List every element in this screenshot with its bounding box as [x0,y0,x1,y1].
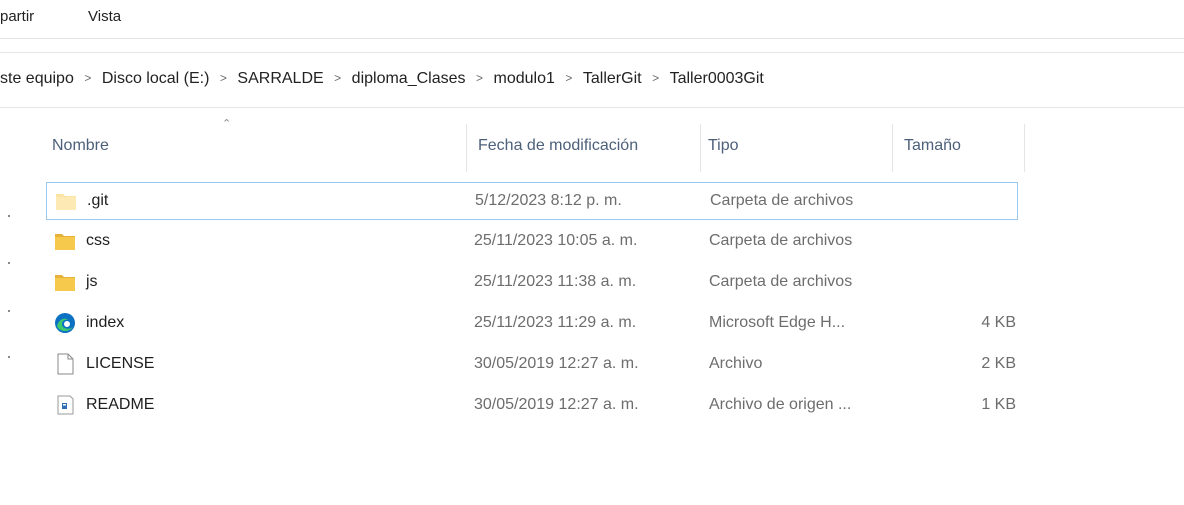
table-row[interactable]: css 25/11/2023 10:05 a. m. Carpeta de ar… [46,223,1018,261]
folder-icon [56,194,76,210]
table-row[interactable]: js 25/11/2023 11:38 a. m. Carpeta de arc… [46,264,1018,302]
nav-pane-marker [8,215,10,217]
chevron-right-icon[interactable]: > [466,71,494,85]
nav-pane-marker [8,262,10,264]
column-divider[interactable] [700,124,701,172]
nav-pane-marker [8,356,10,358]
tab-compartir[interactable]: partir [0,8,34,25]
source-file-icon [57,395,74,415]
column-header-modified[interactable]: Fecha de modificación [472,120,700,172]
table-row[interactable]: index 25/11/2023 11:29 a. m. Microsoft E… [46,305,1018,343]
breadcrumb-item-diploma-clases[interactable]: diploma_Clases [352,70,466,88]
column-header-size[interactable]: Tamaño [898,120,1024,172]
file-type: Carpeta de archivos [709,273,853,290]
file-size: 2 KB [981,355,1016,372]
column-divider[interactable] [892,124,893,172]
column-divider[interactable] [1024,124,1025,172]
column-header-row: ⌃ Nombre Fecha de modificación Tipo Tama… [46,118,1026,172]
breadcrumb-item-disco-local[interactable]: Disco local (E:) [102,70,210,88]
edge-icon [55,313,75,333]
file-name: index [86,314,125,331]
file-modified: 25/11/2023 11:38 a. m. [474,273,637,290]
table-row[interactable]: README 30/05/2019 12:27 a. m. Archivo de… [46,387,1018,425]
breadcrumb-item-modulo1[interactable]: modulo1 [494,70,555,88]
chevron-right-icon[interactable]: > [642,71,670,85]
file-size: 1 KB [981,396,1016,413]
breadcrumb: ste equipo > Disco local (E:) > SARRALDE > dip… [0,70,764,88]
address-bar[interactable]: ste equipo > Disco local (E:) > SARRALDE > dip… [0,52,1184,108]
breadcrumb-item-tallergit[interactable]: TallerGit [583,70,642,88]
breadcrumb-item-sarralde[interactable]: SARRALDE [237,70,323,88]
tab-vista[interactable]: Vista [88,8,121,25]
column-header-type[interactable]: Tipo [702,120,892,172]
column-divider[interactable] [466,124,467,172]
file-type: Archivo de origen ... [709,396,852,413]
folder-icon [55,234,75,250]
file-modified: 25/11/2023 11:29 a. m. [474,314,637,331]
chevron-right-icon[interactable]: > [74,71,102,85]
file-modified: 5/12/2023 8:12 p. m. [475,192,622,209]
table-row[interactable]: .git 5/12/2023 8:12 p. m. Carpeta de arc… [46,182,1018,220]
file-name: js [86,273,98,290]
file-modified: 30/05/2019 12:27 a. m. [474,396,639,413]
chevron-right-icon[interactable]: > [209,71,237,85]
file-name: css [86,232,110,249]
file-size: 4 KB [981,314,1016,331]
breadcrumb-item-taller0003git[interactable]: Taller0003Git [670,70,764,88]
file-modified: 25/11/2023 10:05 a. m. [474,232,638,249]
file-type: Carpeta de archivos [710,192,854,209]
column-header-name[interactable]: Nombre [46,120,466,172]
chevron-right-icon[interactable]: > [555,71,583,85]
file-modified: 30/05/2019 12:27 a. m. [474,355,639,372]
breadcrumb-item-este-equipo[interactable]: ste equipo [0,70,74,88]
folder-icon [55,275,75,291]
nav-pane-marker [8,310,10,312]
file-type: Microsoft Edge H... [709,314,846,331]
blank-file-icon [57,353,74,375]
table-row[interactable]: LICENSE 30/05/2019 12:27 a. m. Archivo 2… [46,346,1018,384]
chevron-right-icon[interactable]: > [324,71,352,85]
file-type: Carpeta de archivos [709,232,853,249]
ribbon-tab-bar: partir Vista [0,0,1184,39]
file-name: LICENSE [86,355,155,372]
file-name: README [86,396,155,413]
file-name: .git [87,192,109,209]
file-type: Archivo [709,355,763,372]
